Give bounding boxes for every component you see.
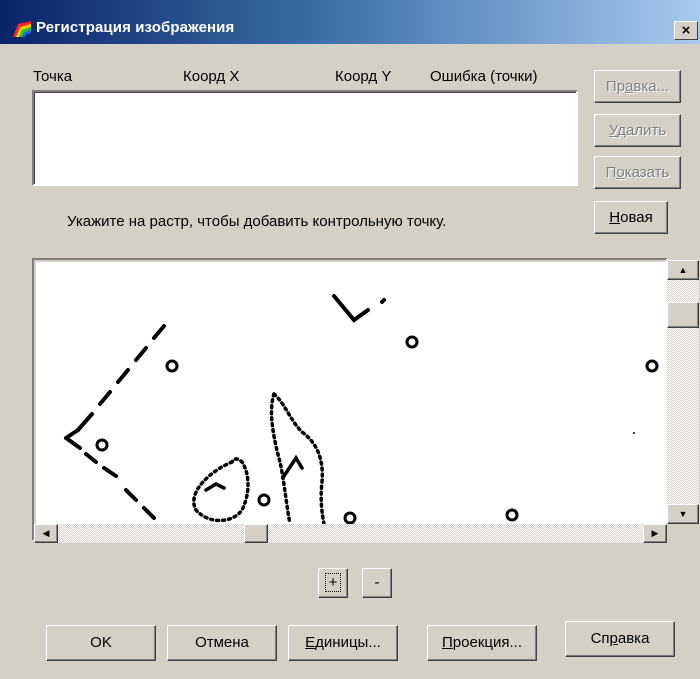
- scroll-up-button[interactable]: ▲: [667, 260, 699, 280]
- units-button[interactable]: Единицы...: [288, 625, 398, 661]
- horizontal-scrollbar[interactable]: ◀ ▶: [34, 524, 667, 543]
- window-title: Регистрация изображения: [36, 19, 235, 36]
- zoom-out-button[interactable]: -: [362, 568, 392, 598]
- column-header-y: Коорд Y: [335, 68, 392, 85]
- help-button[interactable]: Справка: [565, 621, 675, 657]
- scroll-right-button[interactable]: ▶: [643, 524, 667, 543]
- show-button[interactable]: Показать: [594, 156, 681, 189]
- new-button[interactable]: Новая: [594, 201, 668, 234]
- zoom-in-button[interactable]: +: [318, 568, 348, 598]
- instruction-text: Укажите на растр, чтобы добавить контрол…: [67, 213, 447, 230]
- raster-view: ▲ ▼ ◀ ▶: [32, 258, 699, 543]
- close-icon: ×: [681, 22, 691, 39]
- ok-button[interactable]: OK: [46, 625, 156, 661]
- vertical-scroll-thumb[interactable]: [667, 302, 699, 328]
- cancel-button[interactable]: Отмена: [167, 625, 277, 661]
- projection-button[interactable]: Проекция...: [427, 625, 537, 661]
- column-header-error: Ошибка (точки): [430, 68, 538, 85]
- scroll-down-button[interactable]: ▼: [667, 504, 699, 524]
- arrow-up-icon: ▲: [678, 265, 688, 275]
- vertical-scrollbar[interactable]: ▲ ▼: [667, 260, 699, 524]
- arrow-left-icon: ◀: [42, 528, 50, 538]
- arrow-right-icon: ▶: [651, 528, 659, 538]
- edit-button[interactable]: Правка...: [594, 70, 681, 103]
- column-header-x: Коорд X: [183, 68, 240, 85]
- scrollbar-corner: [667, 524, 699, 543]
- horizontal-scroll-thumb[interactable]: [244, 524, 268, 543]
- raster-canvas[interactable]: [36, 262, 668, 524]
- close-button[interactable]: ×: [674, 21, 698, 40]
- title-bar: Регистрация изображения ×: [0, 0, 700, 44]
- delete-button[interactable]: Удалить: [594, 114, 681, 147]
- raster-image: [64, 294, 659, 524]
- rainbow-icon: [13, 21, 31, 37]
- column-header-point: Точка: [33, 68, 73, 85]
- control-points-list[interactable]: [32, 90, 578, 186]
- arrow-down-icon: ▼: [678, 509, 688, 519]
- scroll-left-button[interactable]: ◀: [34, 524, 58, 543]
